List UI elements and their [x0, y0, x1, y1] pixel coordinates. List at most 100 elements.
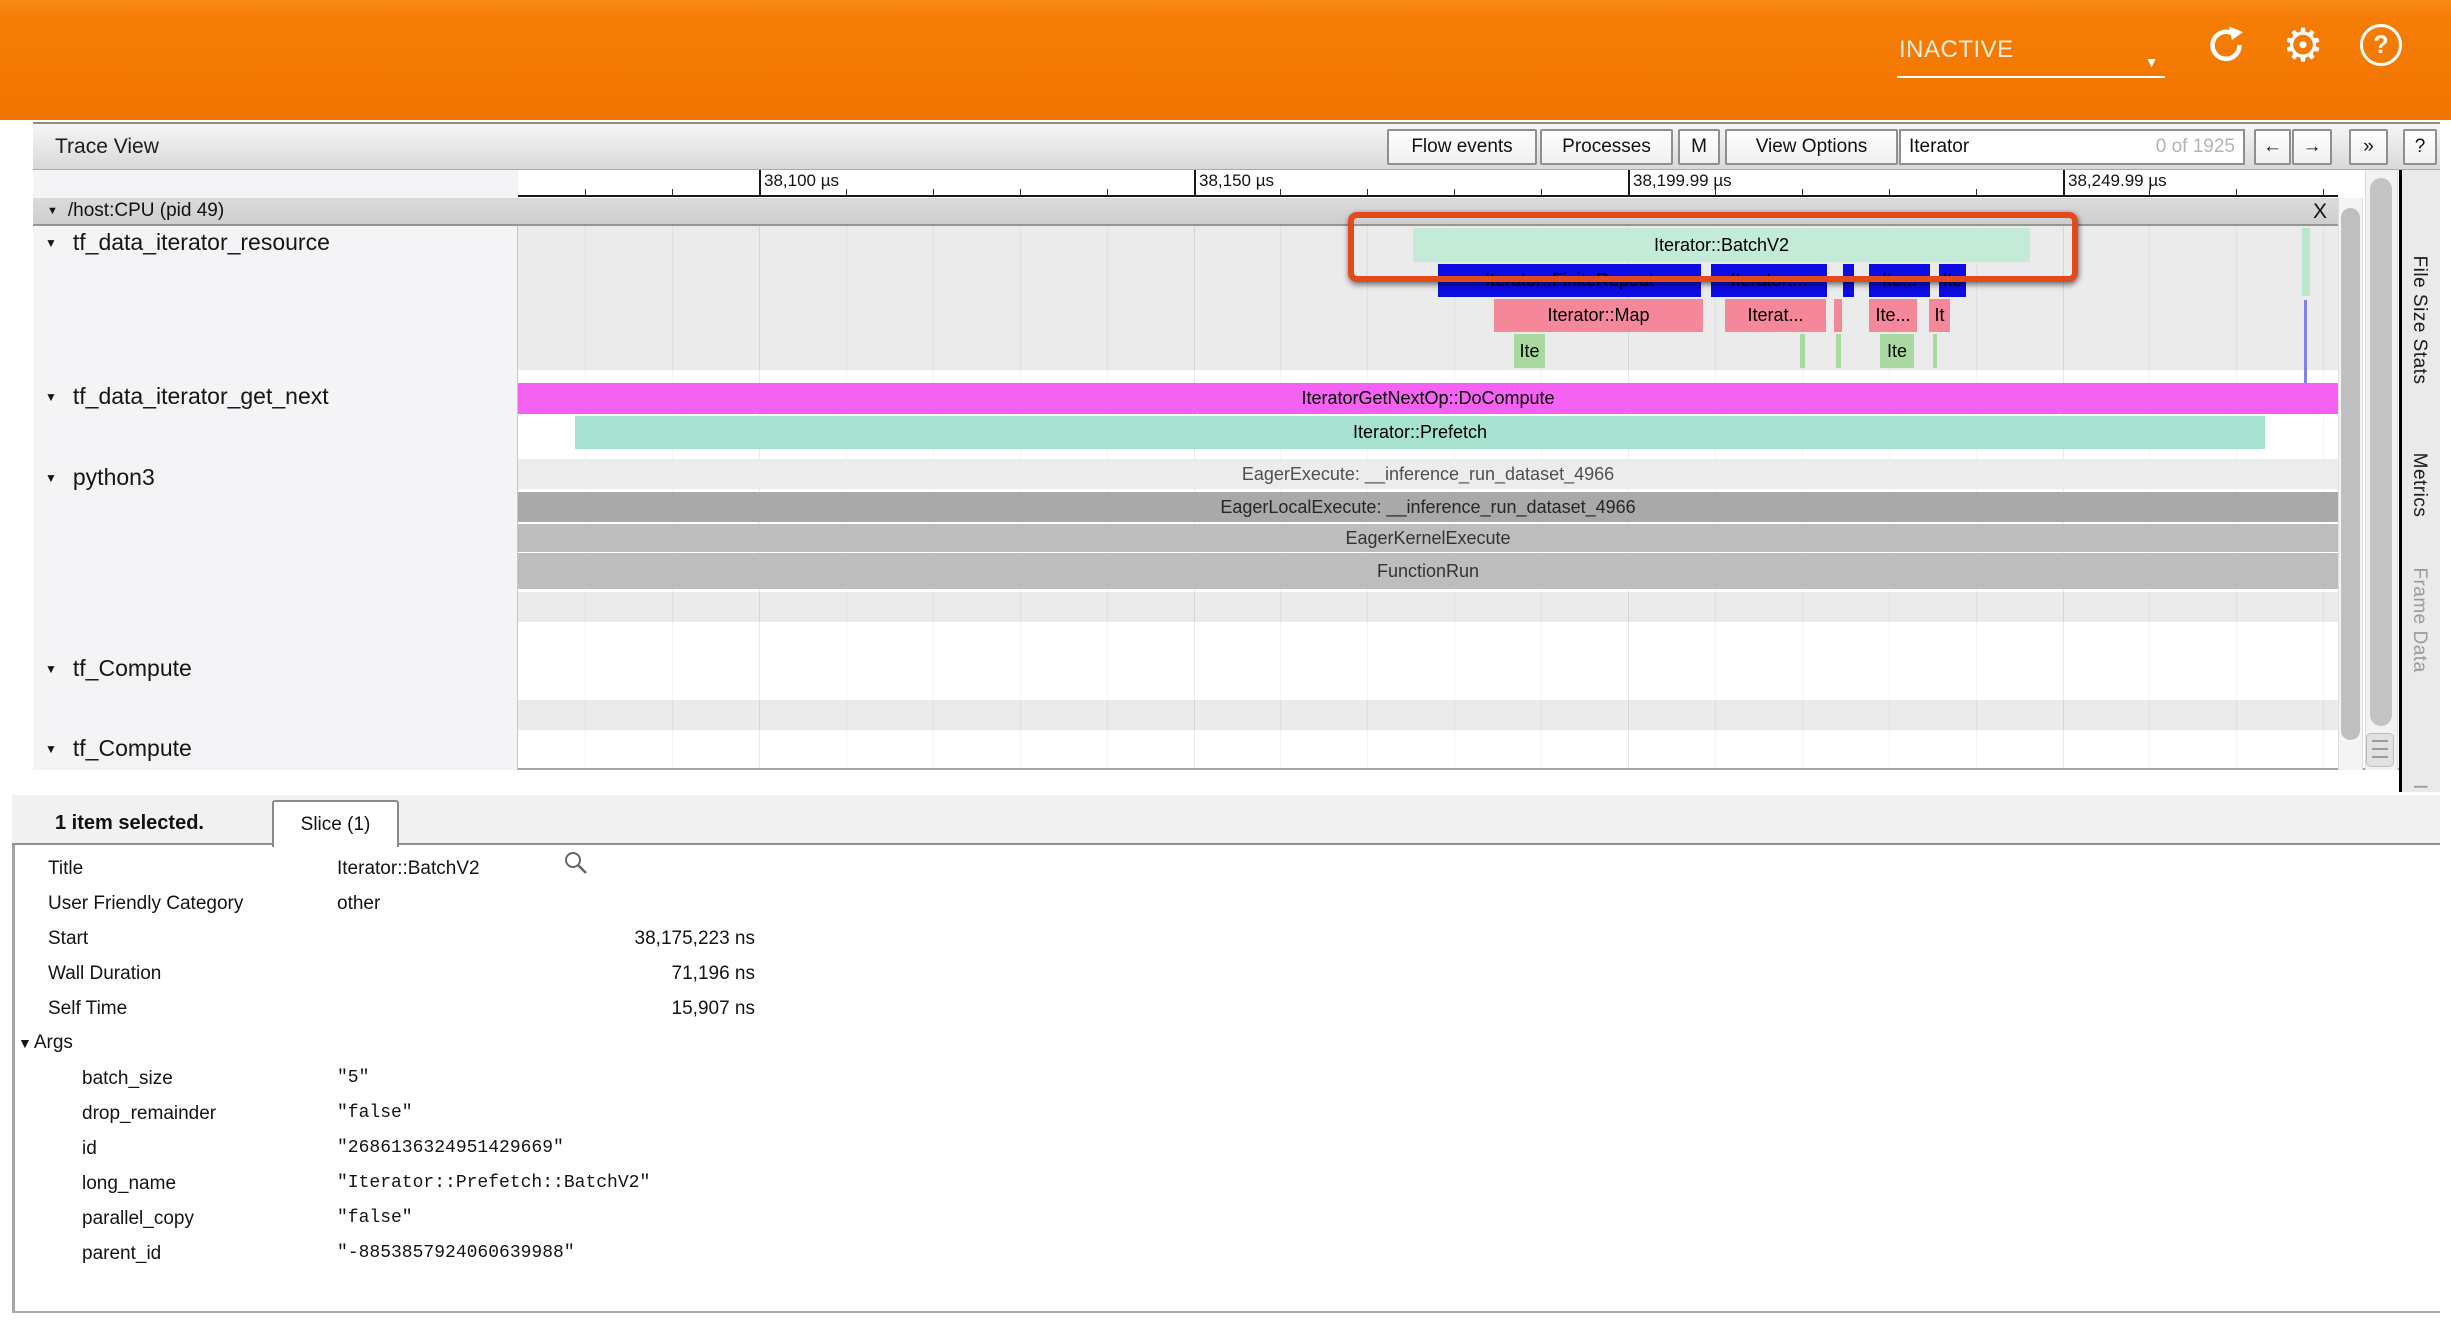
trace-viewer-page: INACTIVE ▼ ⚙ ? Trace View Flow events Pr…: [0, 0, 2451, 1321]
ruler-tick-minor: [1107, 189, 1108, 196]
detail-row-value: 15,907 ns: [325, 998, 755, 1020]
ruler-tick-minor: [846, 189, 847, 196]
trace-event[interactable]: FunctionRun: [518, 553, 2338, 589]
collapse-triangle-icon: ▼: [18, 1035, 32, 1051]
ruler-tick-label: 38,199.99 µs: [1633, 171, 1732, 191]
trace-event[interactable]: Iterator::Prefetch: [575, 416, 2265, 449]
ruler-tick-minor: [585, 189, 586, 196]
ruler-baseline: [518, 195, 2338, 197]
ruler-tick-major: [759, 170, 761, 196]
trace-event[interactable]: It: [1929, 299, 1950, 332]
track-name: python3: [73, 464, 155, 491]
trace-toolbar: Trace View Flow events Processes M View …: [33, 122, 2440, 170]
args-section-header[interactable]: ▼Args: [18, 1032, 73, 1054]
selection-summary: 1 item selected.: [55, 812, 204, 835]
detail-row-value: other: [337, 893, 380, 915]
ruler-tick-minor: [1715, 189, 1716, 196]
arg-row-value: "2686136324951429669": [337, 1138, 564, 1158]
sidebar-tab[interactable]: I: [2408, 784, 2430, 790]
gear-icon[interactable]: ⚙: [2280, 22, 2326, 68]
process-group-label: /host:CPU (pid 49): [68, 200, 224, 222]
collapse-triangle-icon: ▼: [45, 236, 57, 250]
detail-row-label: Start: [48, 928, 88, 950]
search-value: Iterator: [1909, 136, 1969, 158]
detail-row-value: Iterator::BatchV2: [337, 858, 480, 880]
run-status-dropdown[interactable]: INACTIVE ▼: [1897, 28, 2165, 78]
trace-event[interactable]: [1836, 334, 1841, 368]
trace-event[interactable]: Ite...: [1869, 299, 1917, 332]
refresh-icon[interactable]: [2203, 22, 2249, 68]
trace-event[interactable]: EagerExecute: __inference_run_dataset_49…: [518, 459, 2338, 489]
scroll-corner-grip[interactable]: [2366, 733, 2394, 767]
magnifier-icon[interactable]: [563, 850, 589, 876]
ruler-tick-minor: [1454, 189, 1455, 196]
ruler-tick-minor: [1976, 189, 1977, 196]
ruler-tick-label: 38,150 µs: [1199, 171, 1274, 191]
tab-slice[interactable]: Slice (1): [272, 800, 399, 847]
close-icon[interactable]: X: [2306, 199, 2334, 225]
find-previous-button[interactable]: ←: [2254, 129, 2291, 165]
ruler-tick-label: 38,249.99 µs: [2068, 171, 2167, 191]
sidebar-tab[interactable]: File Size Stats: [2408, 256, 2430, 385]
outer-scrollbar-thumb[interactable]: [2370, 178, 2392, 726]
detail-row-value: 71,196 ns: [325, 963, 755, 985]
sidebar-tab[interactable]: Frame Data: [2408, 567, 2430, 672]
arg-row-label: parallel_copy: [82, 1208, 194, 1230]
processes-button[interactable]: Processes: [1540, 129, 1673, 165]
collapse-triangle-icon: ▼: [45, 471, 57, 485]
arg-row-value: "false": [337, 1208, 413, 1228]
view-options-button[interactable]: View Options: [1725, 129, 1898, 165]
ruler-tick-minor: [2236, 189, 2237, 196]
metadata-button[interactable]: M: [1678, 129, 1720, 165]
search-input[interactable]: Iterator 0 of 1925: [1899, 129, 2245, 165]
trace-event[interactable]: Ite: [1514, 334, 1545, 368]
ruler-tick-major: [2063, 170, 2065, 196]
detail-row-label: Title: [48, 858, 83, 880]
trace-event[interactable]: Ite: [1880, 334, 1914, 368]
ruler-tick-minor: [1541, 189, 1542, 196]
detail-row-label: User Friendly Category: [48, 893, 243, 915]
detail-row-label: Wall Duration: [48, 963, 161, 985]
trace-event[interactable]: EagerKernelExecute: [518, 524, 2338, 552]
ruler-tick-minor: [1367, 189, 1368, 196]
arg-row-label: batch_size: [82, 1068, 173, 1090]
flow-events-button[interactable]: Flow events: [1387, 129, 1537, 165]
ruler-tick-minor: [672, 189, 673, 196]
track-name: tf_data_iterator_resource: [73, 229, 330, 256]
arg-row-label: drop_remainder: [82, 1103, 216, 1125]
trace-event[interactable]: IteratorGetNextOp::DoCompute: [518, 383, 2338, 414]
trace-event[interactable]: [1800, 334, 1805, 368]
trace-event[interactable]: [2302, 228, 2310, 296]
collapse-triangle-icon: ▼: [45, 390, 57, 404]
help-icon[interactable]: ?: [2358, 22, 2404, 68]
track-row-label[interactable]: ▼ tf_data_iterator_resource: [45, 229, 330, 256]
find-next-button[interactable]: →: [2292, 129, 2332, 165]
track-row-label[interactable]: ▼tf_Compute: [45, 655, 192, 682]
detail-row-value: 38,175,223 ns: [325, 928, 755, 950]
arg-row-label: parent_id: [82, 1243, 161, 1265]
track-row-label[interactable]: ▼tf_Compute: [45, 735, 192, 762]
trace-event[interactable]: [1834, 299, 1842, 332]
ruler-tick-major: [1628, 170, 1630, 196]
selected-event-highlight: [1348, 212, 2078, 282]
collapse-triangle-icon: ▼: [45, 662, 57, 676]
trace-event[interactable]: Iterator::Map: [1494, 299, 1703, 332]
arg-row-value: "false": [337, 1103, 413, 1123]
trace-event[interactable]: [1933, 334, 1937, 368]
trace-event[interactable]: EagerLocalExecute: __inference_run_datas…: [518, 492, 2338, 522]
track-row-label[interactable]: ▼ python3: [45, 464, 155, 491]
track-row-label[interactable]: ▼tf_data_iterator_get_next: [45, 383, 329, 410]
detail-row-label: Self Time: [48, 998, 127, 1020]
ruler-tick-minor: [1020, 189, 1021, 196]
status-label: INACTIVE: [1899, 36, 2014, 64]
toolbar-help-button[interactable]: ?: [2403, 129, 2437, 165]
args-label: Args: [34, 1032, 73, 1053]
sidebar-tab[interactable]: Metrics: [2408, 453, 2430, 518]
more-options-button[interactable]: »: [2349, 129, 2388, 165]
inner-scrollbar-thumb[interactable]: [2341, 208, 2360, 740]
row-stripe: [518, 700, 2338, 730]
collapse-triangle-icon: ▼: [45, 742, 57, 756]
ruler-tick-label: 38,100 µs: [764, 171, 839, 191]
trace-event[interactable]: Iterat...: [1725, 299, 1826, 332]
page-title: Trace View: [55, 135, 159, 159]
